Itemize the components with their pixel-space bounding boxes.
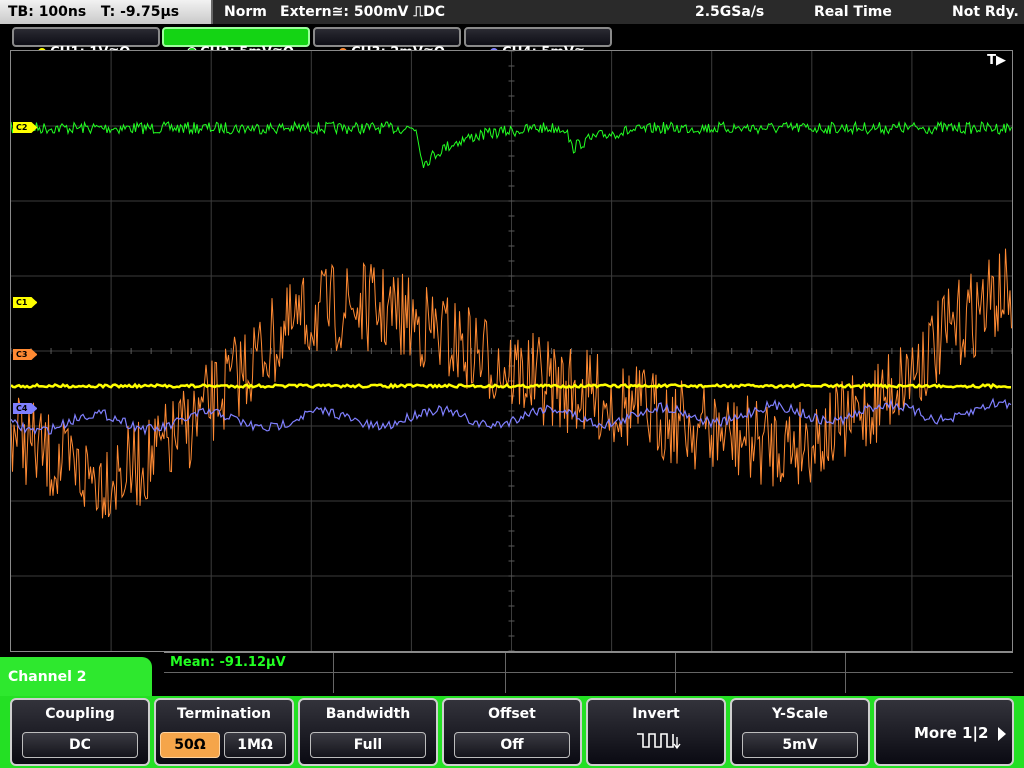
sample-rate[interactable]: 2.5GSa/s <box>695 0 764 24</box>
coupling-title: Coupling <box>45 706 115 722</box>
tab-ch1[interactable]: CH1: 1V≅Ω <box>12 27 160 60</box>
softkey-menu: Coupling DC Termination 50Ω 1MΩ Bandwidt… <box>0 696 1024 768</box>
termination-1mohm-option[interactable]: 1MΩ <box>224 732 286 758</box>
square-wave-invert-icon <box>636 730 682 756</box>
termination-title: Termination <box>177 706 271 722</box>
graticule <box>11 51 1012 651</box>
mean-readout: Mean: -91.12µV <box>170 655 286 670</box>
tab-ch4[interactable]: CH4: 5mV≅ <box>464 27 612 60</box>
measurement-panel: Mean: -91.12µV <box>164 652 1013 693</box>
trigger-status: Not Rdy. <box>952 4 1019 20</box>
trigger-source[interactable]: Extern≅: 500mV ⎍DC <box>280 0 445 24</box>
termination-softkey[interactable]: Termination 50Ω 1MΩ <box>154 698 294 766</box>
measure-cell <box>846 653 1013 693</box>
trigger-mode[interactable]: Norm <box>224 0 267 24</box>
yscale-softkey[interactable]: Y-Scale 5mV <box>730 698 870 766</box>
status-bar: TB: 100ns T: -9.75µs Norm Extern≅: 500mV… <box>0 0 1024 24</box>
waveform-canvas <box>11 51 1012 651</box>
coupling-softkey[interactable]: Coupling DC <box>10 698 150 766</box>
invert-title: Invert <box>632 706 680 722</box>
waveform-display[interactable]: C2 C1 C3 C4 T▶ <box>10 50 1013 652</box>
trigger-position-marker[interactable]: T▶ <box>987 53 1006 68</box>
invert-softkey[interactable]: Invert <box>586 698 726 766</box>
measure-cell <box>676 653 846 693</box>
yscale-value[interactable]: 5mV <box>742 732 858 758</box>
bandwidth-softkey[interactable]: Bandwidth Full <box>298 698 438 766</box>
termination-50ohm-option[interactable]: 50Ω <box>160 732 220 758</box>
measure-cell <box>506 653 676 693</box>
more-softkey[interactable]: More 1|2 <box>874 698 1014 766</box>
chevron-right-icon <box>998 727 1006 741</box>
channel-bar: CH1: 1V≅Ω CH2: 5mV≅Ω CH3: 2mV≅Ω CH4: 5mV… <box>0 26 1024 60</box>
acquisition-mode[interactable]: Real Time <box>814 0 892 24</box>
yscale-title: Y-Scale <box>771 706 828 722</box>
coupling-value[interactable]: DC <box>22 732 138 758</box>
measure-divider <box>164 672 1013 673</box>
bandwidth-title: Bandwidth <box>325 706 411 722</box>
menu-title-tab: Channel 2 <box>0 657 152 699</box>
offset-title: Offset <box>488 706 536 722</box>
more-label: More 1|2 <box>914 724 989 742</box>
offset-softkey[interactable]: Offset Off <box>442 698 582 766</box>
tab-ch3[interactable]: CH3: 2mV≅Ω <box>313 27 461 60</box>
measure-cell <box>334 653 506 693</box>
offset-value[interactable]: Off <box>454 732 570 758</box>
timebase-readout[interactable]: TB: 100ns T: -9.75µs <box>0 0 213 24</box>
bandwidth-value[interactable]: Full <box>310 732 426 758</box>
tab-ch2[interactable]: CH2: 5mV≅Ω <box>162 27 310 60</box>
